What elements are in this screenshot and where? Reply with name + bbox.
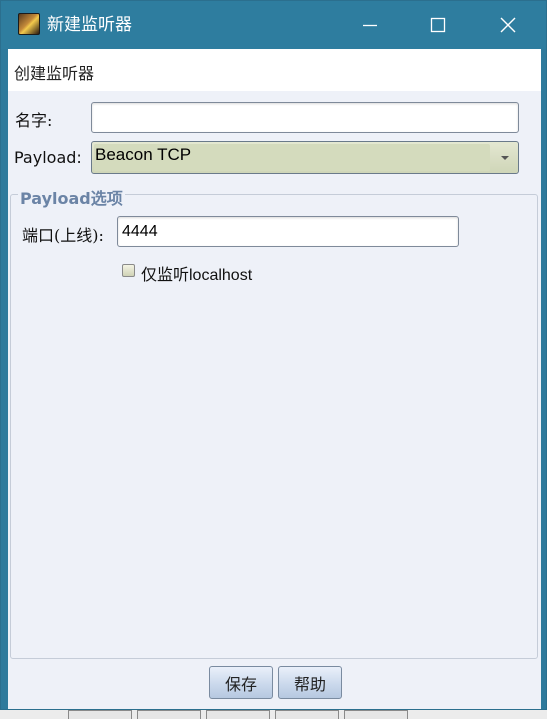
background-tab[interactable] bbox=[206, 710, 270, 719]
localhost-only-checkbox[interactable] bbox=[122, 264, 135, 277]
dialog-heading: 创建监听器 bbox=[14, 64, 95, 83]
background-tab[interactable] bbox=[68, 710, 132, 719]
window-title: 新建监听器 bbox=[47, 15, 132, 35]
maximize-button[interactable] bbox=[403, 1, 473, 49]
payload-select[interactable]: Beacon TCP bbox=[91, 141, 519, 174]
minimize-button[interactable] bbox=[335, 1, 405, 49]
app-icon bbox=[18, 13, 40, 35]
payload-label: Payload: bbox=[14, 148, 82, 167]
close-button[interactable] bbox=[473, 1, 543, 49]
payload-options-legend: Payload选项 bbox=[18, 185, 125, 209]
name-label: 名字: bbox=[15, 111, 53, 130]
minimize-icon bbox=[363, 24, 377, 27]
background-tab[interactable] bbox=[275, 710, 339, 719]
close-icon bbox=[500, 17, 516, 33]
dialog-content: 创建监听器 名字: Payload: Beacon TCP Payload选项 … bbox=[8, 49, 541, 709]
payload-options-group: Payload选项 端口(上线): 仅监听localhost bbox=[10, 185, 538, 659]
payload-select-value: Beacon TCP bbox=[95, 145, 192, 164]
new-listener-dialog: 新建监听器 创建监听器 名字: Payload: Beacon TCP Payl… bbox=[0, 0, 547, 710]
background-tab[interactable] bbox=[344, 710, 408, 719]
dropdown-arrow-button[interactable] bbox=[491, 142, 518, 173]
help-button[interactable]: 帮助 bbox=[278, 666, 342, 699]
save-button[interactable]: 保存 bbox=[209, 666, 273, 699]
maximize-icon bbox=[430, 17, 446, 33]
title-bar[interactable]: 新建监听器 bbox=[1, 1, 546, 49]
localhost-only-label[interactable]: 仅监听localhost bbox=[141, 261, 252, 285]
dropdown-arrow-icon bbox=[500, 155, 509, 160]
name-input[interactable] bbox=[91, 102, 519, 133]
header-banner: 创建监听器 bbox=[8, 49, 541, 91]
port-input[interactable] bbox=[117, 216, 459, 247]
background-tab[interactable] bbox=[137, 710, 201, 719]
port-label: 端口(上线): bbox=[22, 226, 104, 245]
